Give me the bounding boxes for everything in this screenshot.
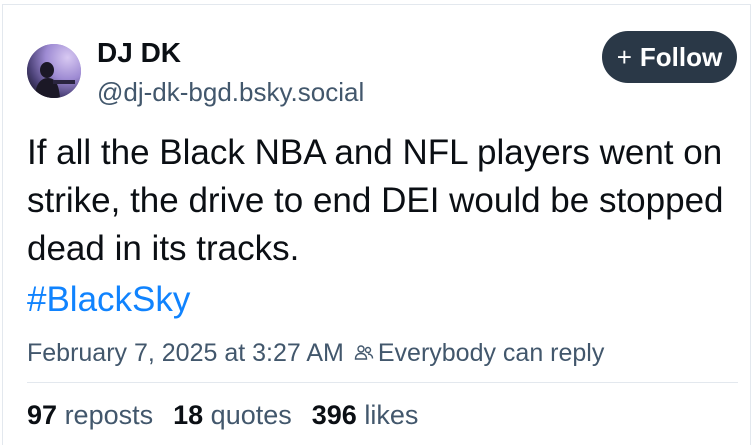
likes-count: 396 [311, 400, 357, 430]
author-handle[interactable]: @dj-dk-bgd.bsky.social [97, 77, 364, 107]
follow-button[interactable]: + Follow [602, 31, 737, 83]
people-icon [354, 343, 374, 363]
likes-label: likes [364, 400, 419, 430]
engagement-stats: 97 reposts 18 quotes 396 likes [27, 399, 418, 431]
plus-icon: + [616, 41, 632, 72]
reply-setting[interactable]: Everybody can reply [378, 338, 605, 368]
quotes-stat[interactable]: 18 quotes [173, 399, 292, 431]
hashtag-link[interactable]: #BlackSky [27, 276, 190, 324]
post-timestamp[interactable]: February 7, 2025 at 3:27 AM [27, 338, 344, 368]
reposts-label: reposts [64, 400, 154, 430]
divider [27, 382, 738, 383]
author-display-name[interactable]: DJ DK [97, 37, 181, 69]
post-card: DJ DK @dj-dk-bgd.bsky.social + Follow If… [2, 4, 751, 445]
likes-stat[interactable]: 396 likes [312, 399, 419, 431]
avatar[interactable] [27, 44, 81, 98]
follow-button-label: Follow [639, 41, 723, 72]
reposts-count: 97 [27, 400, 58, 430]
post-meta: February 7, 2025 at 3:27 AM Everybody ca… [27, 338, 604, 368]
reposts-stat[interactable]: 97 reposts [27, 399, 153, 431]
quotes-label: quotes [210, 400, 292, 430]
avatar-image [27, 44, 81, 98]
post-text: If all the Black NBA and NFL players wen… [27, 133, 724, 268]
quotes-count: 18 [173, 400, 204, 430]
